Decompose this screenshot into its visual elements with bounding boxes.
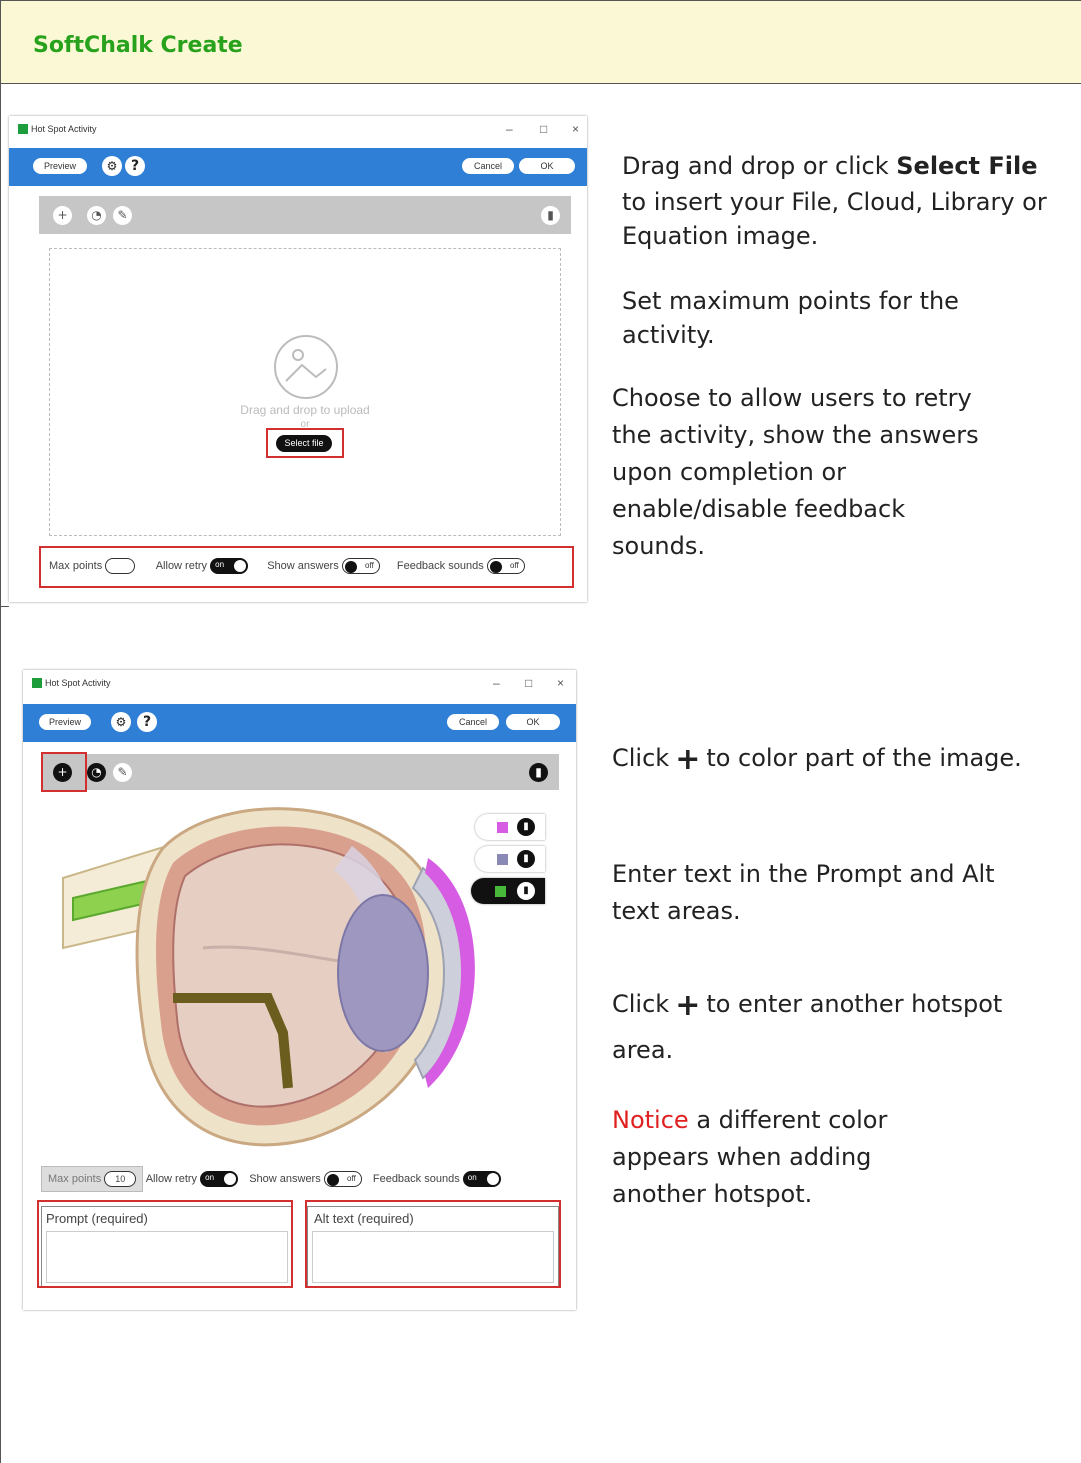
pencil-icon[interactable]: ✎ (113, 206, 132, 225)
instruction-settings: Choose to allow users to retry the activ… (612, 384, 979, 560)
help-icon[interactable]: ? (137, 712, 157, 732)
show-answers-toggle[interactable]: off (323, 1171, 362, 1187)
toggle-on-text: on (205, 1173, 215, 1182)
close-icon[interactable]: × (557, 676, 564, 690)
drop-text: Drag and drop to upload (240, 403, 370, 417)
minimize-icon[interactable]: – (493, 676, 500, 690)
max-points-label: Max points (48, 1172, 102, 1185)
app-icon (18, 124, 28, 134)
click-text: Click (612, 744, 670, 772)
instruction-another-hotspot-rest: to enter another hotspot area. (612, 990, 1003, 1064)
settings-highlight (39, 546, 574, 588)
instruction-add-hotspot-rest: to color part of the image. (706, 744, 1022, 772)
toggle-knob (224, 1173, 237, 1185)
select-file-highlight (266, 428, 344, 458)
maximize-icon[interactable]: □ (540, 122, 547, 136)
dialog-toolbar: Preview ⚙ ? Cancel OK (23, 704, 576, 742)
cancel-button[interactable]: Cancel (462, 158, 514, 174)
toggle-knob (486, 1173, 499, 1185)
cancel-button[interactable]: Cancel (447, 714, 499, 730)
instruction-select-file-rest: to insert your File, Cloud, Library or E… (622, 188, 1047, 250)
allow-retry-label: Allow retry (145, 1172, 198, 1185)
close-icon[interactable]: × (572, 122, 579, 136)
page: SoftChalk Create Hot Spot Activity – □ ×… (0, 0, 1081, 1463)
trash-icon[interactable]: ▮ (529, 763, 548, 782)
window-title: Hot Spot Activity (45, 678, 111, 688)
image-placeholder-icon (274, 335, 338, 399)
instruction-max-points: Set maximum points for the activity. (622, 287, 959, 349)
toggle-knob (326, 1174, 339, 1186)
app-icon (32, 678, 42, 688)
instruction-select-file-prefix: Drag and drop or click (622, 152, 897, 180)
instruction-select-file: Drag and drop or click Select File to in… (622, 148, 1081, 253)
settings-row: Max points 10 Allow retry on Show answer… (41, 1166, 561, 1192)
row-divider (1, 606, 9, 607)
show-answers-label: Show answers (249, 1172, 321, 1185)
hotspot-swatch-1[interactable]: ▮ (475, 814, 545, 840)
preview-button[interactable]: Preview (39, 714, 91, 730)
image-toolbar: + ◔ ✎ ▮ (41, 754, 559, 790)
trash-icon[interactable]: ▮ (517, 818, 535, 836)
feedback-sounds-label: Feedback sounds (372, 1172, 460, 1185)
dialog-toolbar: Preview ⚙ ? Cancel OK (9, 148, 587, 186)
alt-text-highlight (305, 1200, 561, 1288)
plus-icon: + (675, 742, 701, 777)
gear-icon[interactable]: ⚙ (111, 712, 131, 732)
hotspot-swatch-3-active[interactable]: ▮ (471, 878, 545, 904)
header: SoftChalk Create (1, 0, 1081, 84)
toggle-off-text: off (347, 1174, 356, 1183)
prompt-highlight (37, 1200, 293, 1288)
instruction-another-hotspot: Click + to enter another hotspot area. (612, 982, 1012, 1072)
instruction-add-hotspot: Click + to color part of the image. (612, 736, 1032, 782)
toggle-on-text: on (467, 1173, 477, 1182)
window-title: Hot Spot Activity (31, 124, 97, 134)
add-hotspot-highlight (41, 752, 87, 792)
max-points-field[interactable]: 10 (104, 1171, 137, 1187)
window-titlebar: Hot Spot Activity – □ × (9, 116, 587, 146)
swatch-color-2 (497, 854, 508, 865)
allow-retry-toggle[interactable]: on (200, 1171, 239, 1187)
max-points-group: Max points 10 (41, 1166, 144, 1192)
trash-icon[interactable]: ▮ (517, 882, 535, 900)
drop-zone[interactable]: Drag and drop to upload or Select file (49, 248, 561, 536)
notice-text: Notice (612, 1106, 689, 1134)
page-title: SoftChalk Create (33, 33, 243, 58)
eye-diagram-image (62, 807, 475, 1147)
preview-button[interactable]: Preview (33, 158, 87, 174)
minimize-icon[interactable]: – (506, 122, 513, 136)
maximize-icon[interactable]: □ (525, 676, 532, 690)
ok-button[interactable]: OK (506, 714, 560, 730)
help-icon[interactable]: ? (125, 156, 145, 176)
trash-icon[interactable]: ▮ (517, 850, 535, 868)
plus-icon: + (675, 988, 701, 1023)
feedback-sounds-toggle[interactable]: on (462, 1171, 501, 1187)
screenshot-hotspot: Hot Spot Activity – □ × Preview ⚙ ? Canc… (23, 670, 576, 1310)
add-hotspot-icon[interactable]: + (53, 206, 72, 225)
swatch-color-3 (495, 886, 506, 897)
screenshot-upload: Hot Spot Activity – □ × Preview ⚙ ? Canc… (9, 116, 587, 602)
image-toolbar: + ◔ ✎ ▮ (39, 196, 571, 234)
pencil-icon[interactable]: ✎ (113, 763, 132, 782)
instruction-notice: Notice a different color appears when ad… (612, 1102, 952, 1213)
hotspot-swatch-2[interactable]: ▮ (475, 846, 545, 872)
click-text: Click (612, 990, 670, 1018)
trash-icon[interactable]: ▮ (541, 206, 560, 225)
ok-button[interactable]: OK (519, 158, 575, 174)
select-file-bold: Select File (896, 152, 1038, 180)
instruction-prompt-alt: Enter text in the Prompt and Alt text ar… (612, 860, 995, 925)
fill-icon[interactable]: ◔ (87, 206, 106, 225)
window-titlebar: Hot Spot Activity – □ × (23, 670, 576, 700)
gear-icon[interactable]: ⚙ (102, 156, 122, 176)
swatch-color-1 (497, 822, 508, 833)
fill-icon[interactable]: ◔ (87, 763, 106, 782)
